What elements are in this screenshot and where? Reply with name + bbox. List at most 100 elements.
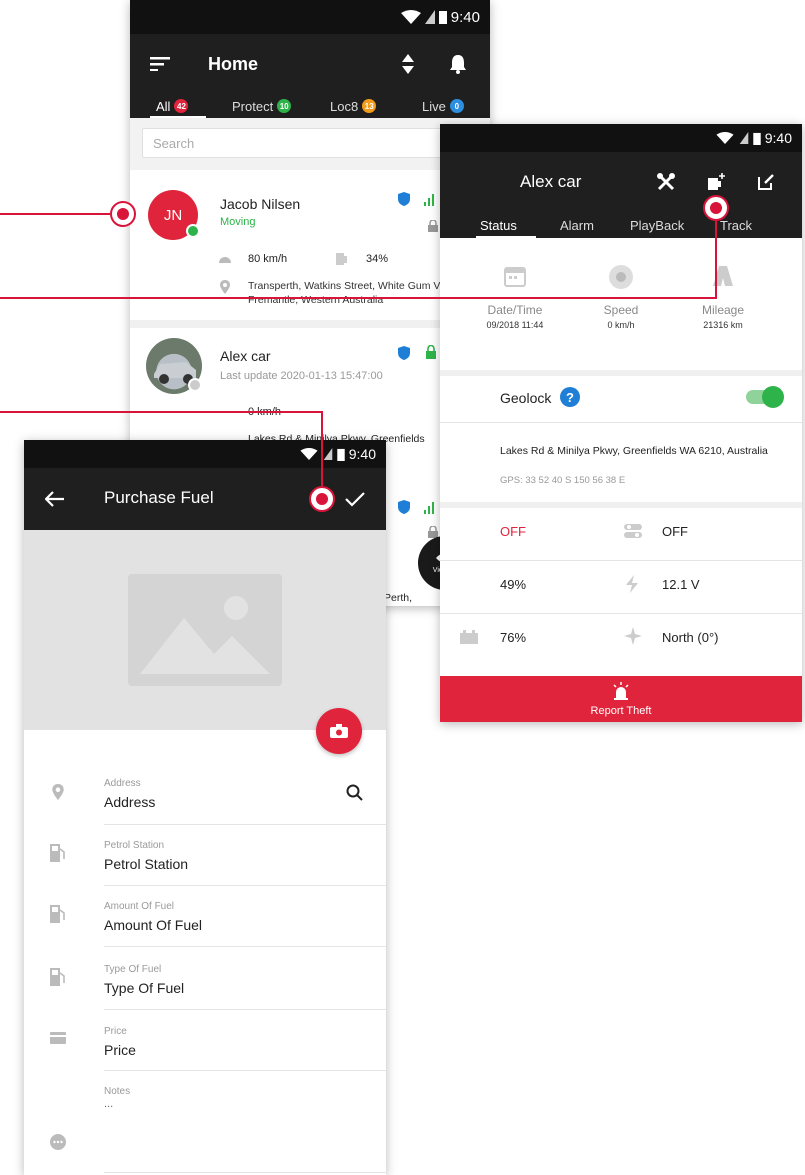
vehicle-address: Perth,: [384, 592, 413, 604]
status-time: 9:40: [348, 446, 376, 462]
voltage-icon: [626, 575, 638, 593]
search-icon[interactable]: [346, 784, 364, 802]
divider: [104, 946, 386, 947]
sort-icon[interactable]: [396, 52, 420, 76]
price-field[interactable]: Price Price: [24, 1018, 386, 1073]
status-bar: 9:40: [130, 0, 490, 34]
vehicle-card-alex[interactable]: Alex car Last update 2020-01-13 15:47:00…: [130, 328, 490, 448]
charge-value: 76%: [500, 630, 527, 645]
report-theft-button[interactable]: Report Theft: [440, 676, 802, 722]
tab-protect[interactable]: Protect 10: [232, 94, 292, 118]
tab-loc8[interactable]: Loc8 13: [330, 94, 377, 118]
vehicle-name: Jacob Nilsen: [220, 196, 301, 212]
divider: [440, 422, 802, 423]
stat-mileage: Mileage 21316 km: [678, 264, 768, 330]
signal-strength-icon: [424, 194, 434, 206]
fuel-pump-icon: [50, 905, 65, 923]
siren-icon: [613, 682, 629, 700]
divider: [104, 1070, 386, 1071]
battery-icon: [753, 132, 761, 145]
tab-all[interactable]: All 42: [156, 94, 189, 118]
location-pin-icon: [52, 784, 64, 800]
switch-value: OFF: [662, 524, 688, 539]
battery-value: 49%: [500, 577, 527, 592]
confirm-check-icon[interactable]: [342, 486, 368, 512]
photo-placeholder[interactable]: [24, 530, 386, 730]
divider: [104, 885, 386, 886]
offline-dot: [188, 378, 202, 392]
detail-address: Lakes Rd & Minilya Pkwy, Greenfields WA …: [500, 445, 768, 457]
tab-alarm[interactable]: Alarm: [560, 212, 594, 238]
vehicle-address: Transperth, Watkins Street, White Gum Va…: [248, 280, 464, 306]
stat-datetime: Date/Time 09/2018 11:44: [470, 264, 560, 330]
speedometer-icon: [609, 265, 633, 289]
tab-status[interactable]: Status: [480, 212, 517, 238]
status-grid-row: 76% North (0°): [440, 614, 802, 666]
geolock-label: Geolock: [500, 390, 552, 406]
calendar-icon: [504, 267, 526, 287]
lock-icon: [426, 345, 436, 359]
purchase-fuel-screen: 9:40 Purchase Fuel Address Address Petro…: [24, 440, 386, 1175]
fuel-pump-icon: [50, 844, 65, 862]
camera-button[interactable]: [316, 708, 362, 754]
type-of-fuel-field[interactable]: Type Of Fuel Type Of Fuel: [24, 956, 386, 1011]
fuel-pump-icon: [50, 968, 65, 986]
geolock-toggle[interactable]: [746, 386, 784, 408]
voltage-value: 12.1 V: [662, 577, 700, 592]
road-icon: [713, 266, 733, 286]
status-time: 9:40: [450, 8, 480, 26]
shield-icon: [398, 192, 410, 206]
tab-live-count: 0: [449, 99, 464, 113]
bell-icon[interactable]: [446, 52, 470, 76]
status-grid-row: OFF OFF: [440, 508, 802, 560]
tools-icon[interactable]: [654, 170, 678, 194]
signal-icon: [424, 10, 435, 24]
notes-field[interactable]: Notes ...: [24, 1082, 386, 1162]
battery-icon: [438, 11, 447, 24]
signal-icon: [323, 448, 333, 460]
tab-protect-count: 10: [277, 99, 292, 113]
image-placeholder-icon: [128, 574, 282, 686]
switch-icon: [624, 524, 642, 538]
card-icon: [50, 1032, 66, 1044]
page-title: Alex car: [520, 172, 582, 191]
shield-icon: [398, 346, 410, 360]
tab-all-count: 42: [174, 99, 189, 113]
online-dot: [186, 224, 200, 238]
status-time: 9:40: [764, 130, 792, 146]
detail-tabs: Status Alarm PlayBack Track: [440, 212, 802, 238]
vehicle-card-jacob[interactable]: JN Jacob Nilsen Moving 80 km/h 34% Trans…: [130, 170, 490, 320]
back-arrow-icon[interactable]: [42, 488, 68, 510]
tab-loc8-count: 13: [362, 99, 377, 113]
location-pin-icon: [220, 280, 230, 294]
toggle-knob: [762, 386, 784, 408]
signal-strength-icon: [424, 502, 434, 514]
vehicle-speed: 0 km/h: [248, 406, 282, 418]
heading-value: North (0°): [662, 630, 719, 645]
tab-playback[interactable]: PlayBack: [630, 212, 684, 238]
petrol-station-field[interactable]: Petrol Station Petrol Station: [24, 832, 386, 887]
ignition-value: OFF: [500, 524, 526, 539]
page-title: Purchase Fuel: [104, 488, 214, 507]
vehicle-fuel: 34%: [366, 253, 389, 265]
menu-icon[interactable]: [148, 54, 172, 74]
edit-icon[interactable]: [754, 170, 778, 194]
tab-live[interactable]: Live 0: [422, 94, 464, 118]
vehicle-speed: 80 km/h: [248, 253, 288, 265]
page-title: Home: [208, 54, 259, 74]
vehicle-detail-screen: 9:40 Alex car Status Alarm PlayBack Trac…: [440, 124, 802, 722]
help-icon[interactable]: ?: [560, 387, 580, 407]
callout-marker-avatar: [110, 201, 136, 227]
amount-of-fuel-field[interactable]: Amount Of Fuel Amount Of Fuel: [24, 893, 386, 948]
wifi-icon: [300, 448, 318, 460]
car-battery-icon: [460, 630, 478, 644]
search-input[interactable]: Search: [142, 128, 474, 158]
address-field[interactable]: Address Address: [24, 770, 386, 825]
status-bar: 9:40: [24, 440, 386, 468]
geolock-row: Geolock ?: [440, 376, 802, 422]
shield-icon: [398, 500, 410, 514]
camera-icon: [330, 724, 348, 738]
detail-app-bar: Alex car: [440, 152, 802, 212]
report-theft-label: Report Theft: [590, 705, 652, 717]
add-fuel-icon[interactable]: [704, 170, 728, 194]
